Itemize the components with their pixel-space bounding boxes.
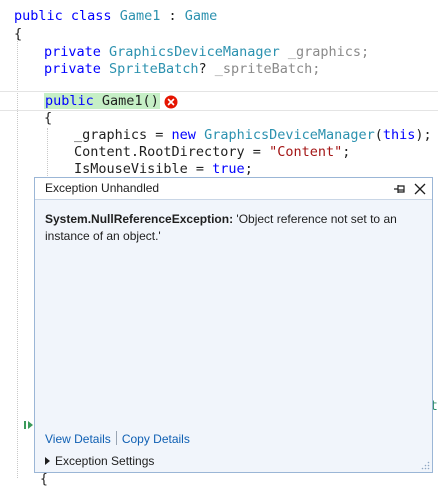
popup-links: View Details Copy Details (45, 431, 190, 447)
code-line-mouse-visible[interactable]: IsMouseVisible = true; (74, 160, 253, 178)
type-name: SpriteBatch (109, 61, 199, 77)
code-line-constructor[interactable]: public Game1() (44, 92, 160, 110)
code-line-open-brace[interactable]: { (14, 25, 22, 43)
close-icon[interactable] (412, 181, 428, 197)
pin-icon[interactable] (392, 181, 408, 197)
brace: { (44, 110, 53, 126)
highlighted-statement: public Game1() (44, 93, 160, 109)
exception-popup: Exception Unhandled System.NullReference… (34, 177, 433, 473)
keyword: private (44, 44, 101, 60)
semicolon: ; (342, 144, 351, 160)
nullable-marker: ? (198, 61, 207, 77)
constructor-name: Game1() (101, 93, 159, 109)
keyword: this (382, 127, 416, 143)
paren: ); (415, 127, 432, 143)
field-name: _spriteBatch; (214, 61, 321, 77)
inherit-separator: : (160, 8, 185, 24)
popup-header: Exception Unhandled (35, 178, 432, 200)
keyword: public (14, 8, 63, 24)
keyword: public (45, 93, 94, 109)
assignment-target: _graphics = (74, 127, 172, 143)
exception-type: System.NullReferenceException: (45, 212, 234, 226)
field-name: _graphics; (287, 44, 370, 60)
keyword: private (44, 61, 101, 77)
brace: { (14, 26, 23, 42)
popup-title: Exception Unhandled (45, 181, 160, 195)
string-literal: "Content" (269, 144, 343, 160)
type-name: GraphicsDeviceManager (204, 127, 375, 143)
assignment-target: IsMouseVisible = (74, 161, 213, 177)
resize-grip-icon[interactable] (421, 461, 430, 470)
link-divider (115, 431, 117, 445)
semicolon: ; (244, 161, 253, 177)
base-class-name: Game (184, 8, 218, 24)
type-name: GraphicsDeviceManager (109, 44, 280, 60)
class-name: Game1 (119, 8, 161, 24)
code-line-brace: { (40, 472, 48, 487)
exception-message: System.NullReferenceException: 'Object r… (45, 211, 423, 245)
keyword: class (70, 8, 112, 24)
exception-settings-toggle[interactable]: Exception Settings (45, 453, 154, 469)
keyword: new (171, 127, 196, 143)
code-line-open-brace[interactable]: { (44, 109, 52, 127)
view-details-link[interactable]: View Details (45, 432, 111, 446)
indent-guide (47, 128, 48, 178)
error-icon[interactable] (164, 95, 178, 109)
paren: ( (374, 127, 383, 143)
expand-arrow-icon (45, 457, 50, 465)
code-line-content-root[interactable]: Content.RootDirectory = "Content"; (74, 143, 350, 161)
exception-settings-label: Exception Settings (55, 454, 155, 468)
code-line-field-spritebatch[interactable]: private SpriteBatch? _spriteBatch; (44, 60, 320, 78)
copy-details-link[interactable]: Copy Details (122, 432, 190, 446)
code-line-field-graphics[interactable]: private GraphicsDeviceManager _graphics; (44, 43, 369, 61)
code-line-graphics-assignment[interactable]: _graphics = new GraphicsDeviceManager(th… (74, 126, 432, 144)
code-line-class-declaration[interactable]: public class Game1 : Game (14, 7, 217, 25)
keyword: true (212, 161, 245, 177)
assignment-target: Content.RootDirectory = (74, 144, 270, 160)
breakpoint-arrow-icon[interactable] (24, 420, 34, 430)
